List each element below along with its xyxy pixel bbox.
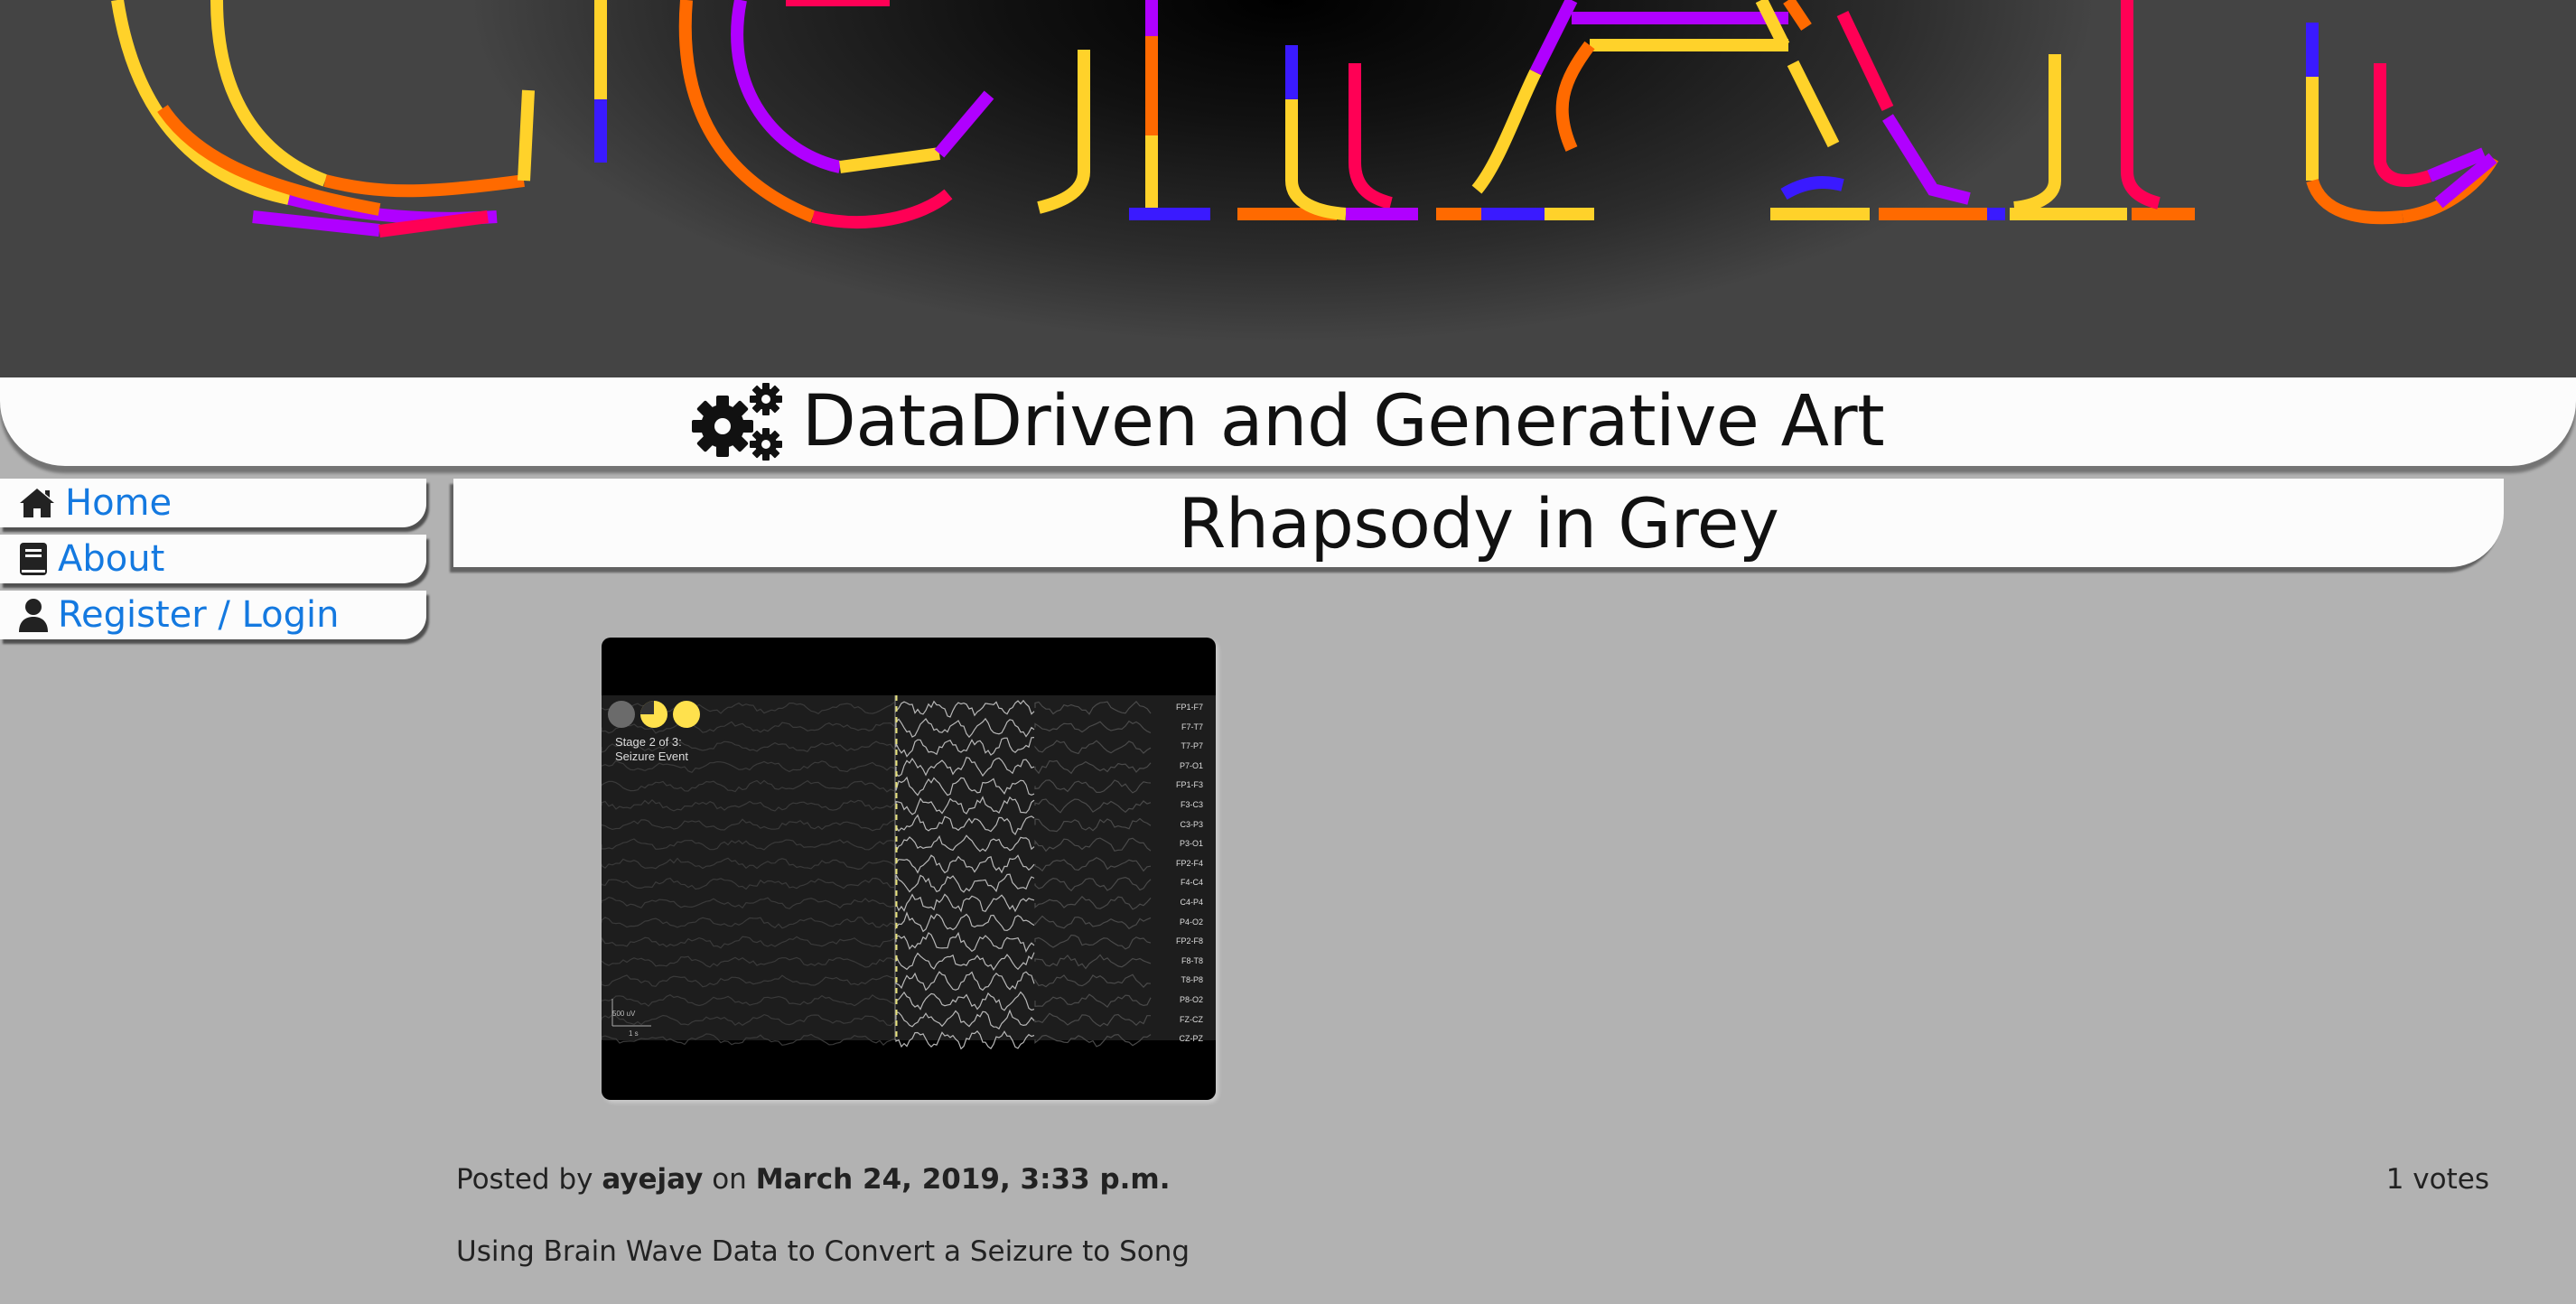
- sidebar-item-label: Home: [65, 482, 173, 524]
- site-title-text: DataDriven and Generative Art: [801, 381, 1885, 462]
- post-author: ayejay: [602, 1163, 704, 1196]
- banner-artwork: [111, 0, 2499, 238]
- channel-label: FP2-F4: [1175, 858, 1203, 868]
- channel-label: T7-P7: [1181, 741, 1203, 751]
- channel-label: T8-P8: [1181, 975, 1203, 985]
- posted-by-prefix: Posted by: [456, 1163, 593, 1196]
- channel-label: P4-O2: [1179, 917, 1203, 927]
- channel-label: P8-O2: [1179, 995, 1203, 1004]
- site-header: DataDriven and Generative Art: [0, 377, 2576, 466]
- sidebar-item-about[interactable]: About: [0, 535, 426, 583]
- gears-icon: [691, 383, 782, 461]
- channel-label: F4-C4: [1180, 878, 1203, 888]
- channel-label: C4-P4: [1180, 898, 1203, 907]
- eeg-visualization: [602, 695, 1216, 1050]
- scale-time-label: 1 s: [629, 1029, 639, 1038]
- scale-amplitude-label: 500 uV: [612, 1010, 636, 1018]
- channel-label: F8-T8: [1181, 955, 1203, 965]
- sidebar-item-home[interactable]: Home: [0, 479, 426, 527]
- channel-label: F3-C3: [1180, 800, 1203, 809]
- post-header: Rhapsody in Grey: [453, 479, 2504, 567]
- stage-label-line1: Stage 2 of 3:: [615, 735, 682, 749]
- channel-label: C3-P3: [1180, 819, 1203, 829]
- video-thumbnail[interactable]: Stage 2 of 3: Seizure Event FP1-F7 F7-T7 T…: [602, 638, 1216, 1100]
- channel-label: FP1-F3: [1175, 780, 1203, 790]
- channel-label: P3-O1: [1179, 839, 1203, 849]
- stage-label: Stage 2 of 3: Seizure Event: [615, 735, 688, 764]
- site-title[interactable]: DataDriven and Generative Art: [691, 381, 1885, 462]
- user-icon: [19, 599, 48, 632]
- post-description: Using Brain Wave Data to Convert a Seizu…: [456, 1235, 1190, 1268]
- vote-count: 1 votes: [2385, 1163, 2489, 1196]
- channel-label: FP1-F7: [1175, 703, 1203, 712]
- post-date: March 24, 2019, 3:33 p.m.: [755, 1163, 1171, 1196]
- channel-label: FP2-F8: [1175, 936, 1203, 946]
- banner-image: [0, 0, 2576, 377]
- home-icon: [20, 489, 54, 517]
- stage-label-line2: Seizure Event: [615, 750, 688, 763]
- channel-label: CZ-PZ: [1179, 1034, 1204, 1044]
- sidebar-item-label: Register / Login: [58, 594, 340, 636]
- book-icon: [20, 543, 47, 575]
- sidebar-item-label: About: [58, 538, 165, 580]
- on-word: on: [712, 1163, 747, 1196]
- post-meta: Posted by ayejay on March 24, 2019, 3:33…: [456, 1163, 1171, 1196]
- sidebar-item-register-login[interactable]: Register / Login: [0, 591, 426, 639]
- post-title: Rhapsody in Grey: [1178, 482, 1779, 564]
- channel-label: FZ-CZ: [1180, 1014, 1203, 1024]
- channel-label: P7-O1: [1179, 760, 1203, 770]
- channel-label: F7-T7: [1181, 722, 1203, 731]
